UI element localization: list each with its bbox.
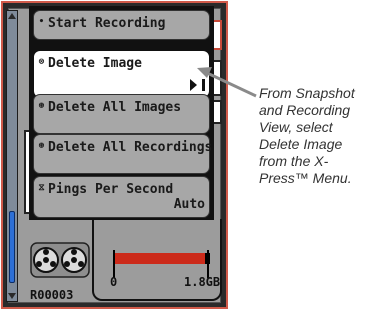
menu-item-label: Delete All Recordings <box>48 140 213 155</box>
menu-item-label: Delete All Images <box>48 100 182 115</box>
hourglass-icon: ⧖ <box>38 183 45 193</box>
submenu-bar-icon <box>202 79 205 91</box>
recording-id: R00003 <box>30 288 74 302</box>
storage-bar <box>114 253 210 264</box>
scroll-up-icon[interactable] <box>8 13 16 19</box>
recording-reels-icon <box>30 242 90 278</box>
menu-item-value: Auto <box>173 197 205 212</box>
menu-item-start-recording[interactable]: • Start Recording <box>33 10 210 40</box>
submenu-arrow-icon <box>190 79 197 91</box>
storage-max-label: 1.8GB <box>184 275 221 289</box>
menu-item-delete-all-recordings[interactable]: ⊛ Delete All Recordings <box>33 134 213 174</box>
menu-item-label: Delete Image <box>48 56 142 71</box>
menu-item-label: Pings Per Second <box>48 182 174 197</box>
bullet-icon: • <box>38 17 45 27</box>
menu-item-delete-all-images[interactable]: ⊛ Delete All Images <box>33 94 210 134</box>
menu-item-label: Start Recording <box>48 16 166 31</box>
callout-caption: From Snapshot and Recording View, select… <box>259 85 355 186</box>
delete-icon: ⊗ <box>38 57 45 67</box>
storage-tick <box>207 250 209 278</box>
delete-all-icon: ⊛ <box>38 101 45 111</box>
menu-item-pings-per-second[interactable]: ⧖ Pings Per Second Auto <box>33 176 210 218</box>
storage-fill <box>114 253 206 264</box>
storage-tick <box>113 250 115 278</box>
menu-item-delete-image[interactable]: ⊗ Delete Image <box>33 50 210 98</box>
x-press-menu: • Start Recording ⊗ Delete Image ⊛ Delet… <box>29 6 214 220</box>
scroll-down-icon[interactable] <box>8 293 16 299</box>
scroll-thumb[interactable] <box>9 211 15 283</box>
scrollbar[interactable] <box>6 10 18 302</box>
delete-all-icon: ⊛ <box>38 141 45 151</box>
storage-min-label: 0 <box>110 275 118 289</box>
